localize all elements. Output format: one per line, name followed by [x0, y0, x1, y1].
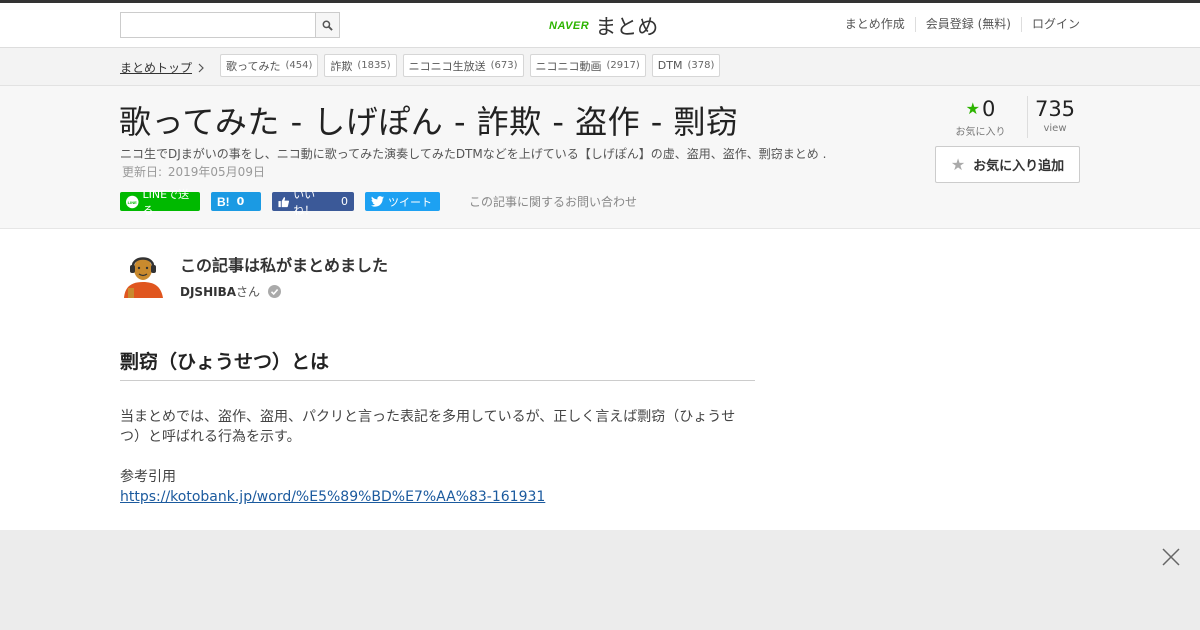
star-icon: ★: [965, 99, 980, 118]
close-icon[interactable]: [1162, 548, 1180, 566]
search-input[interactable]: [120, 12, 315, 38]
ad-overlay: [0, 530, 1200, 630]
search-button[interactable]: [315, 12, 340, 38]
create-matome-link[interactable]: まとめ作成: [835, 17, 915, 32]
updated-label: 更新日:: [122, 165, 163, 179]
hatena-bookmark-button[interactable]: B! 0: [211, 192, 261, 211]
register-link[interactable]: 会員登録 (無料): [914, 17, 1021, 32]
tag-label: 詐欺: [330, 59, 353, 73]
tag-label: DTM: [657, 59, 683, 72]
tag-item[interactable]: 詐欺 (1835): [324, 54, 397, 77]
breadcrumb-top-link[interactable]: まとめトップ: [120, 59, 192, 76]
tag-count: (673): [490, 60, 518, 71]
logo-naver: NAVER: [549, 20, 590, 32]
line-icon: LINE: [126, 195, 139, 208]
tag-count: (378): [687, 60, 715, 71]
tag-label: ニコニコ生放送: [408, 59, 486, 73]
body-paragraph: 当まとめでは、盗作、盗用、パクリと言った表記を多用しているが、正しく言えば剽窃（…: [120, 409, 736, 445]
line-share-label: LINEで送る: [142, 187, 190, 217]
tag-item[interactable]: ニコニコ動画 (2917): [529, 54, 646, 77]
section-heading: 剽窃（ひょうせつ）とは: [120, 347, 755, 381]
share-buttons: LINE LINEで送る B! 0 いいね！ 0 ツイート この記事に関するお問…: [120, 188, 637, 217]
line-share-button[interactable]: LINE LINEで送る: [120, 188, 200, 217]
breadcrumb: まとめトップ: [120, 59, 204, 76]
site-header: NAVER まとめ まとめ作成 会員登録 (無料) ログイン: [0, 3, 1200, 48]
svg-text:LINE: LINE: [128, 199, 137, 204]
views-count: 735: [1034, 97, 1076, 121]
author-name[interactable]: DJSHIBA さん: [180, 283, 282, 300]
header-nav: まとめ作成 会員登録 (無料) ログイン: [835, 17, 1080, 32]
add-favorite-label: お気に入り追加: [973, 159, 1065, 174]
hatena-count: 0: [236, 195, 245, 208]
tag-list: 歌ってみた (454) 詐欺 (1835) ニコニコ生放送 (673) ニコニコ動画 (…: [220, 54, 721, 77]
article-header: 歌ってみた - しげぽん - 詐欺 - 盗作 - 剽窃 ニコ生でDJまがいの事を…: [0, 86, 1200, 229]
tag-count: (2917): [606, 60, 640, 71]
add-favorite-button[interactable]: ★ お気に入り追加: [935, 146, 1080, 183]
author-name-text: DJSHIBA: [180, 284, 237, 299]
facebook-like-count: 0: [341, 195, 348, 208]
favorites-stat: ★ 0 お気に入り: [948, 96, 1028, 138]
twitter-bird-icon: [371, 196, 384, 207]
favorites-count: 0: [981, 97, 996, 121]
reference-label: 参考引用: [120, 469, 176, 485]
avatar[interactable]: [120, 252, 166, 298]
updated-value: 2019年05月09日: [167, 165, 265, 179]
star-outline-icon: ★: [950, 155, 966, 174]
views-label: view: [1043, 123, 1067, 134]
views-stat: 735 view: [1030, 96, 1080, 138]
breadcrumb-bar: まとめトップ 歌ってみた (454) 詐欺 (1835) ニコニコ生放送 (673) …: [0, 48, 1200, 86]
tweet-label: ツイート: [388, 195, 432, 209]
site-logo[interactable]: NAVER まとめ: [549, 11, 658, 41]
page-title: 歌ってみた - しげぽん - 詐欺 - 盗作 - 剽窃: [119, 103, 739, 141]
tweet-button[interactable]: ツイート: [365, 192, 440, 211]
thumbs-up-icon: [278, 196, 290, 207]
login-link[interactable]: ログイン: [1020, 17, 1080, 32]
author-suffix: さん: [236, 285, 261, 299]
article-description: ニコ生でDJまがいの事をし、ニコ動に歌ってみた演奏してみたDTMなどを上げている…: [120, 147, 827, 161]
verified-check-icon: [268, 285, 282, 298]
tag-item[interactable]: ニコニコ生放送 (673): [402, 54, 524, 77]
hatena-icon: B!: [217, 194, 230, 209]
tag-count: (454): [285, 60, 313, 71]
tag-label: 歌ってみた: [226, 59, 281, 73]
tag-item[interactable]: DTM (378): [651, 54, 721, 77]
search-form: [120, 12, 340, 38]
inquiry-link[interactable]: この記事に関するお問い合わせ: [469, 193, 637, 210]
logo-matome: まとめ: [595, 15, 659, 39]
tag-item[interactable]: 歌ってみた (454): [220, 54, 319, 77]
chevron-right-icon: [198, 63, 204, 72]
tag-label: ニコニコ動画: [535, 59, 602, 73]
tag-count: (1835): [357, 60, 391, 71]
author-heading: この記事は私がまとめました: [180, 256, 389, 275]
search-icon: [322, 20, 333, 31]
updated-date: 更新日: 2019年05月09日: [120, 163, 265, 180]
reference-link[interactable]: https://kotobank.jp/word/%E5%89%BD%E7%AA…: [120, 487, 545, 507]
facebook-like-label: いいね！: [293, 187, 316, 217]
favorites-label: お気に入り: [955, 127, 1006, 138]
facebook-like-button[interactable]: いいね！ 0: [272, 188, 354, 217]
article-stats: ★ 0 お気に入り 735 view: [948, 96, 1080, 138]
